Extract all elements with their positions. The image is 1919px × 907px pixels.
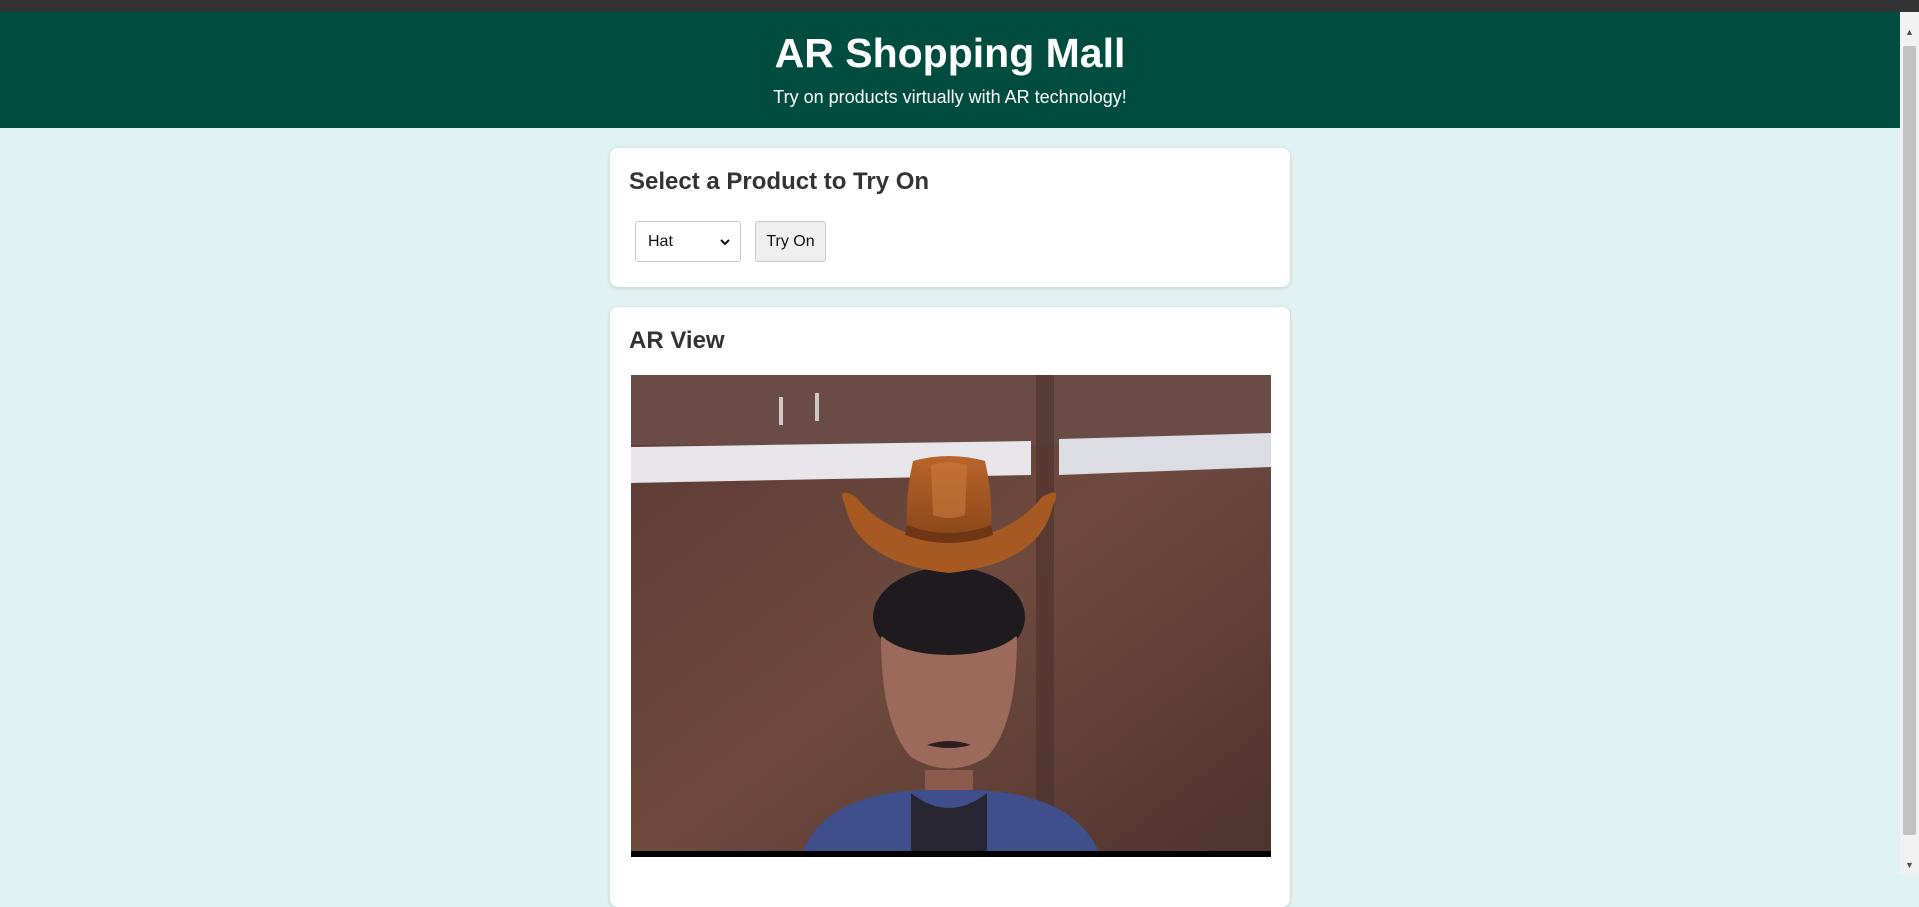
product-select-value: Hat — [648, 232, 673, 250]
product-section-heading: Select a Product to Try On — [629, 168, 930, 195]
try-on-button[interactable]: Try On — [755, 221, 826, 262]
scroll-down-icon[interactable]: ▼ — [1900, 857, 1919, 874]
camera-feed-image — [631, 375, 1271, 857]
scrollbar-thumb[interactable] — [1903, 46, 1916, 835]
vertical-scrollbar[interactable]: ▲ ▼ — [1900, 12, 1919, 874]
ar-view-card: AR View — [610, 307, 1290, 907]
chevron-down-icon — [720, 234, 730, 249]
ar-camera-view — [631, 375, 1271, 857]
product-select[interactable]: Hat — [635, 221, 741, 262]
product-selection-card: Select a Product to Try On Hat Try On — [610, 148, 1290, 287]
page-subtitle: Try on products virtually with AR techno… — [773, 87, 1127, 107]
page-title: AR Shopping Mall — [774, 30, 1126, 76]
browser-top-bar — [0, 0, 1919, 12]
ar-view-heading: AR View — [629, 327, 725, 354]
page-header: AR Shopping Mall Try on products virtual… — [0, 12, 1900, 128]
scroll-up-icon[interactable]: ▲ — [1900, 24, 1919, 41]
